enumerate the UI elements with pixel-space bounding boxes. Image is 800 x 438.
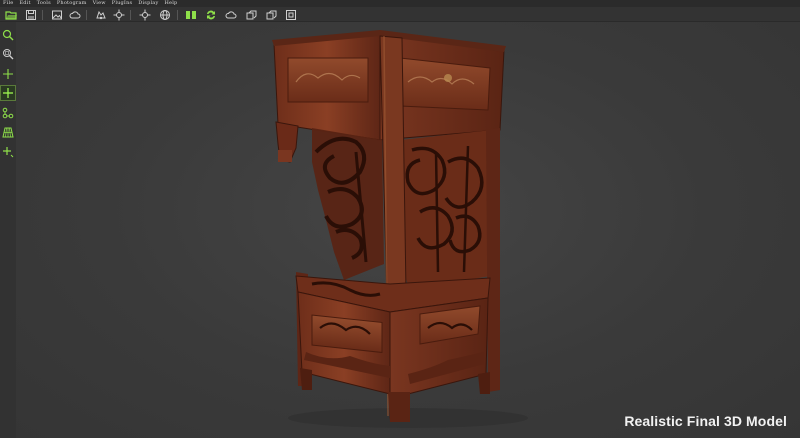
perspective-grid-icon[interactable] — [1, 125, 15, 139]
capture-icon[interactable] — [94, 8, 107, 21]
transform-alt-icon[interactable] — [264, 8, 277, 21]
3d-viewport[interactable]: Realistic Final 3D Model — [16, 22, 800, 438]
mesh-cloud-icon[interactable] — [224, 8, 237, 21]
toolbar-separator — [42, 10, 43, 20]
menu-edit[interactable]: Edit — [19, 0, 30, 7]
menu-file[interactable]: File — [3, 0, 13, 7]
link-nodes-icon[interactable] — [1, 106, 15, 120]
transform-icon[interactable] — [244, 8, 257, 21]
snapshot-icon[interactable] — [284, 8, 297, 21]
main-toolbar — [0, 7, 800, 22]
move-icon[interactable] — [1, 145, 15, 159]
import-image-icon[interactable] — [50, 8, 63, 21]
toolbar-separator — [86, 10, 87, 20]
menu-plugins[interactable]: PlugIns — [112, 0, 133, 7]
crosshair-active-icon[interactable] — [0, 85, 16, 101]
globe-icon[interactable] — [158, 8, 171, 21]
menu-photogram[interactable]: Photogram — [57, 0, 87, 7]
target-icon[interactable] — [138, 8, 151, 21]
menu-help[interactable]: Help — [164, 0, 177, 7]
sync-green-icon[interactable] — [204, 8, 217, 21]
toolbar-separator — [130, 10, 131, 20]
zoom-region-icon[interactable] — [1, 47, 15, 61]
carved-cabinet-model — [272, 30, 528, 428]
menu-tools[interactable]: Tools — [37, 0, 51, 7]
menu-display[interactable]: Display — [138, 0, 158, 7]
pair-green-icon[interactable] — [184, 8, 197, 21]
toolbar-separator — [177, 10, 178, 20]
target-icon[interactable] — [112, 8, 125, 21]
crosshair-icon[interactable] — [1, 67, 15, 81]
viewport-caption: Realistic Final 3D Model — [624, 413, 787, 429]
save-icon[interactable] — [24, 8, 37, 21]
menu-view[interactable]: View — [93, 0, 106, 7]
zoom-icon[interactable] — [1, 28, 15, 42]
cloud-icon[interactable] — [68, 8, 81, 21]
side-toolbar — [0, 22, 16, 438]
menu-bar: File Edit Tools Photogram View PlugIns D… — [0, 0, 800, 7]
open-folder-icon[interactable] — [4, 8, 17, 21]
